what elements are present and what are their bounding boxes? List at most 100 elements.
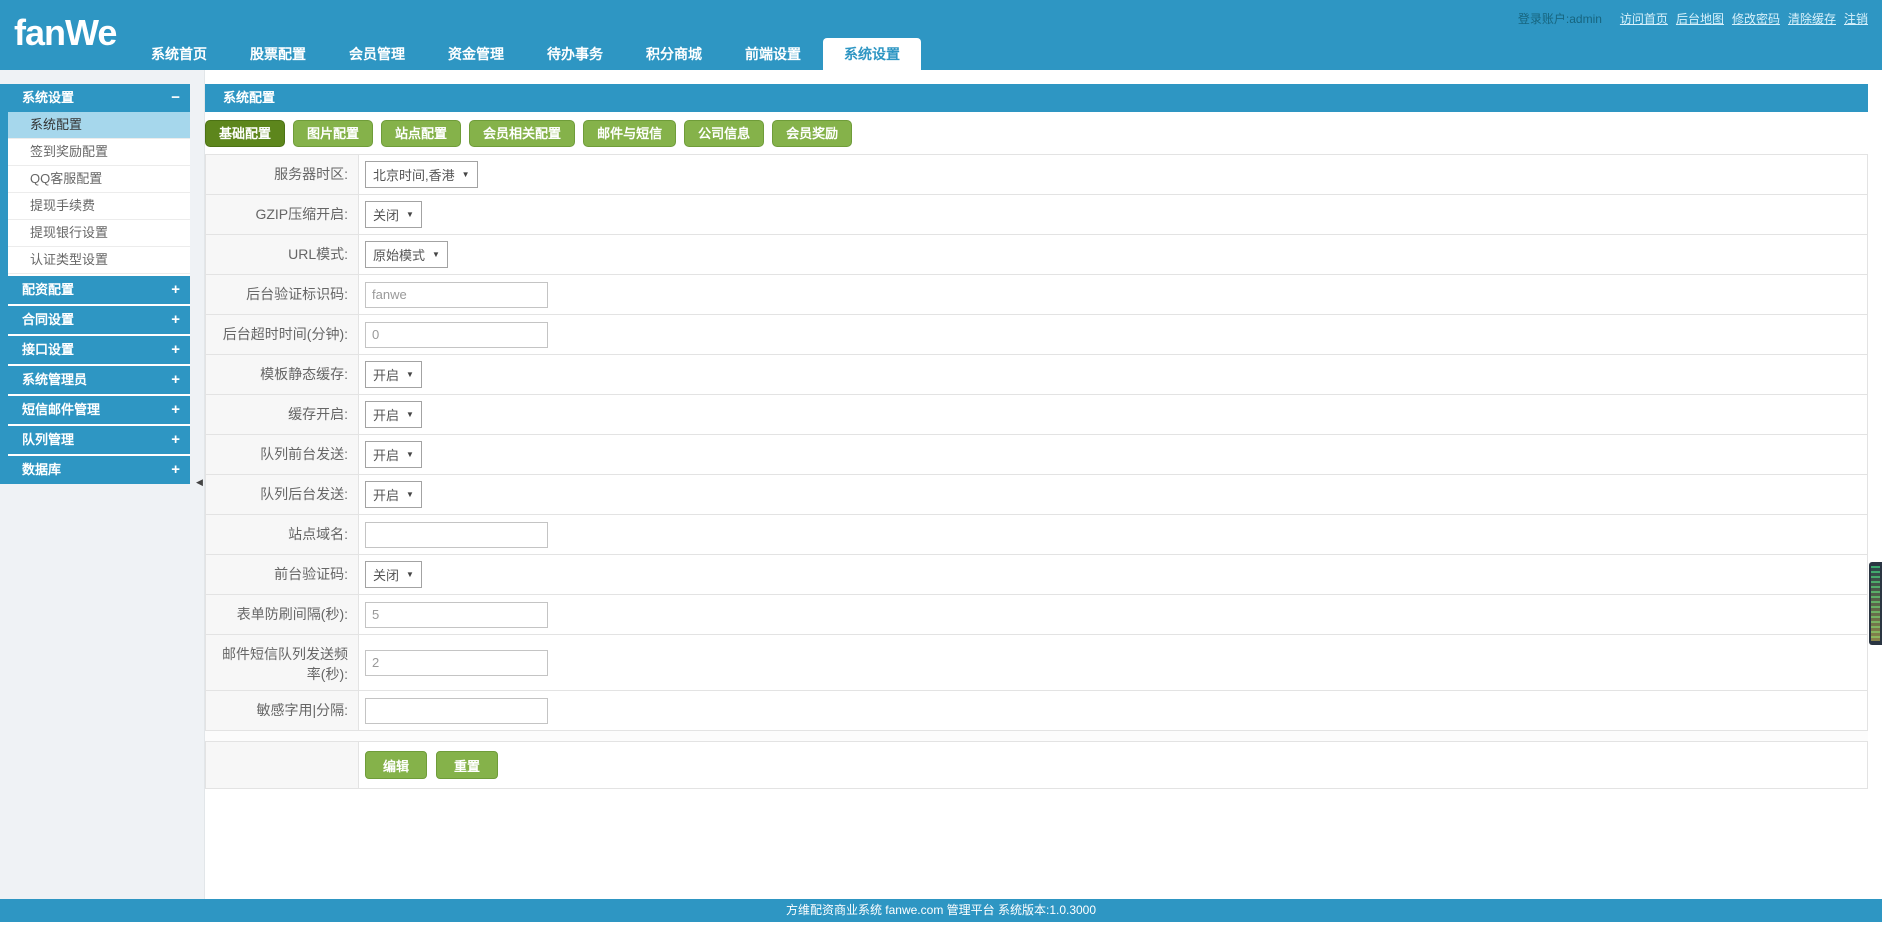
nav-fund-mgmt[interactable]: 资金管理 bbox=[427, 38, 525, 70]
dropdown-arrow-icon: ▼ bbox=[406, 210, 414, 219]
sidebar-item-qq-service-config[interactable]: QQ客服配置 bbox=[8, 166, 190, 193]
sidebar-section-label: 短信邮件管理 bbox=[22, 402, 101, 417]
cache-enabled-select-value: 开启 bbox=[373, 408, 400, 423]
sidebar-collapse-handle[interactable]: ◀ bbox=[196, 477, 203, 488]
nav-points-mall[interactable]: 积分商城 bbox=[625, 38, 723, 70]
sidebar-section-header-allocation-config[interactable]: 配资配置 + bbox=[8, 276, 190, 304]
account-label: 登录账户:admin bbox=[1517, 12, 1602, 26]
link-clear-cache[interactable]: 清除缓存 bbox=[1788, 12, 1836, 26]
template-cache-field-cell: 开启 ▼ bbox=[359, 355, 1867, 394]
admin-auth-code-input[interactable] bbox=[365, 281, 548, 308]
form-row-front-captcha: 前台验证码: 关闭 ▼ bbox=[206, 555, 1867, 595]
queue-send-rate-input[interactable] bbox=[365, 649, 548, 676]
sidebar-section-label: 合同设置 bbox=[22, 312, 75, 327]
sidebar-section-header-system-admins[interactable]: 系统管理员 + bbox=[8, 366, 190, 394]
sidebar: 系统设置 − 系统配置 签到奖励配置 QQ客服配置 提现手续费 提现银行设置 认证类型设置 配资… bbox=[0, 70, 204, 899]
site-domain-input[interactable] bbox=[365, 521, 548, 548]
sidebar-section-queue-mgmt: 队列管理 + bbox=[8, 426, 190, 454]
expand-icon: + bbox=[171, 311, 180, 328]
form-row-server-timezone: 服务器时区: 北京时间,香港 ▼ bbox=[206, 155, 1867, 195]
link-change-password[interactable]: 修改密码 bbox=[1732, 12, 1780, 26]
queue-back-send-select-value: 开启 bbox=[373, 488, 400, 503]
nav-front-settings[interactable]: 前端设置 bbox=[724, 38, 822, 70]
expand-icon: + bbox=[171, 341, 180, 358]
sidebar-section-label: 队列管理 bbox=[22, 432, 75, 447]
sidebar-item-system-config[interactable]: 系统配置 bbox=[8, 112, 190, 139]
sidebar-section-label: 系统设置 bbox=[22, 90, 75, 105]
form-row-site-domain: 站点域名: bbox=[206, 515, 1867, 555]
cache-enabled-select[interactable]: 开启 ▼ bbox=[365, 401, 422, 428]
sidebar-item-withdraw-bank-settings[interactable]: 提现银行设置 bbox=[8, 220, 190, 247]
minimap-stripes-icon bbox=[1871, 566, 1880, 641]
gzip-select[interactable]: 关闭 ▼ bbox=[365, 201, 422, 228]
front-captcha-select-value: 关闭 bbox=[373, 568, 400, 583]
tab-basic-config[interactable]: 基础配置 bbox=[205, 120, 286, 147]
sidebar-section-header-queue-mgmt[interactable]: 队列管理 + bbox=[8, 426, 190, 454]
link-logout[interactable]: 注销 bbox=[1844, 12, 1868, 26]
form-buttons: 编辑 重置 bbox=[359, 742, 1867, 788]
edit-button[interactable]: 编辑 bbox=[365, 751, 428, 779]
main-nav: 系统首页 股票配置 会员管理 资金管理 待办事务 积分商城 前端设置 系统设置 bbox=[130, 38, 922, 70]
config-form: 服务器时区: 北京时间,香港 ▼ GZIP压缩开启: 关闭 ▼ URL模式: 原始模式 ▼ 后台验… bbox=[205, 154, 1868, 731]
form-row-url-mode: URL模式: 原始模式 ▼ bbox=[206, 235, 1867, 275]
expand-icon: + bbox=[171, 401, 180, 418]
app-logo: fanWe bbox=[14, 12, 117, 53]
server-timezone-select[interactable]: 北京时间,香港 ▼ bbox=[365, 161, 478, 188]
admin-timeout-input[interactable] bbox=[365, 321, 548, 348]
tab-member-reward[interactable]: 会员奖励 bbox=[772, 120, 853, 147]
tab-member-config[interactable]: 会员相关配置 bbox=[469, 120, 576, 147]
sidebar-section-database: 数据库 + bbox=[8, 456, 190, 484]
template-cache-select[interactable]: 开启 ▼ bbox=[365, 361, 422, 388]
queue-front-send-select[interactable]: 开启 ▼ bbox=[365, 441, 422, 468]
sidebar-section-header-database[interactable]: 数据库 + bbox=[8, 456, 190, 484]
form-row-sensitive-words: 敏感字用|分隔: bbox=[206, 691, 1867, 731]
reset-button[interactable]: 重置 bbox=[436, 751, 499, 779]
dropdown-arrow-icon: ▼ bbox=[406, 570, 414, 579]
form-row-queue-back-send: 队列后台发送: 开启 ▼ bbox=[206, 475, 1867, 515]
sidebar-section-label: 配资配置 bbox=[22, 282, 75, 297]
nav-member-mgmt[interactable]: 会员管理 bbox=[328, 38, 426, 70]
link-visit-home[interactable]: 访问首页 bbox=[1620, 12, 1668, 26]
dropdown-arrow-icon: ▼ bbox=[406, 410, 414, 419]
dropdown-arrow-icon: ▼ bbox=[406, 370, 414, 379]
footer: 方维配资商业系统 fanwe.com 管理平台 系统版本:1.0.3000 bbox=[0, 899, 1882, 922]
footer-text: 方维配资商业系统 fanwe.com 管理平台 系统版本:1.0.3000 bbox=[785, 903, 1097, 917]
config-tabs: 基础配置 图片配置 站点配置 会员相关配置 邮件与短信 公司信息 会员奖励 bbox=[205, 120, 1868, 147]
nav-home[interactable]: 系统首页 bbox=[130, 38, 228, 70]
front-captcha-select[interactable]: 关闭 ▼ bbox=[365, 561, 422, 588]
nav-stock-config[interactable]: 股票配置 bbox=[229, 38, 327, 70]
form-throttle-input[interactable] bbox=[365, 601, 548, 628]
link-admin-map[interactable]: 后台地图 bbox=[1676, 12, 1724, 26]
nav-todo-tasks[interactable]: 待办事务 bbox=[526, 38, 624, 70]
queue-back-send-select[interactable]: 开启 ▼ bbox=[365, 481, 422, 508]
tab-company-info[interactable]: 公司信息 bbox=[684, 120, 765, 147]
nav-system-settings[interactable]: 系统设置 bbox=[823, 38, 921, 70]
sidebar-section-label: 系统管理员 bbox=[22, 372, 88, 387]
sidebar-section-header-sms-mail-mgmt[interactable]: 短信邮件管理 + bbox=[8, 396, 190, 424]
sidebar-item-withdraw-fee[interactable]: 提现手续费 bbox=[8, 193, 190, 220]
template-cache-select-value: 开启 bbox=[373, 368, 400, 383]
form-row-cache-enabled: 缓存开启: 开启 ▼ bbox=[206, 395, 1867, 435]
tab-image-config[interactable]: 图片配置 bbox=[293, 120, 374, 147]
sidebar-section-header-contract-settings[interactable]: 合同设置 + bbox=[8, 306, 190, 334]
form-row-form-throttle: 表单防刷间隔(秒): bbox=[206, 595, 1867, 635]
sidebar-section-header-interface-settings[interactable]: 接口设置 + bbox=[8, 336, 190, 364]
edge-minimap-widget[interactable] bbox=[1869, 562, 1882, 645]
queue-back-send-label: 队列后台发送: bbox=[206, 475, 359, 514]
sensitive-words-input[interactable] bbox=[365, 697, 548, 724]
sidebar-section-label: 数据库 bbox=[22, 462, 62, 477]
url-mode-select-value: 原始模式 bbox=[373, 248, 426, 263]
sidebar-section-header-system-settings[interactable]: 系统设置 − bbox=[8, 84, 190, 112]
url-mode-select[interactable]: 原始模式 ▼ bbox=[365, 241, 448, 268]
sidebar-section-contract-settings: 合同设置 + bbox=[8, 306, 190, 334]
queue-front-send-select-value: 开启 bbox=[373, 448, 400, 463]
sidebar-section-allocation-config: 配资配置 + bbox=[8, 276, 190, 304]
quick-links: 访问首页 后台地图 修改密码 清除缓存 注销 bbox=[1612, 12, 1868, 26]
cache-enabled-field-cell: 开启 ▼ bbox=[359, 395, 1867, 434]
site-domain-field-cell bbox=[359, 515, 1867, 554]
tab-mail-sms[interactable]: 邮件与短信 bbox=[583, 120, 677, 147]
sidebar-item-auth-type-settings[interactable]: 认证类型设置 bbox=[8, 247, 190, 274]
tab-site-config[interactable]: 站点配置 bbox=[381, 120, 462, 147]
site-domain-label: 站点域名: bbox=[206, 515, 359, 554]
sidebar-item-signin-reward-config[interactable]: 签到奖励配置 bbox=[8, 139, 190, 166]
